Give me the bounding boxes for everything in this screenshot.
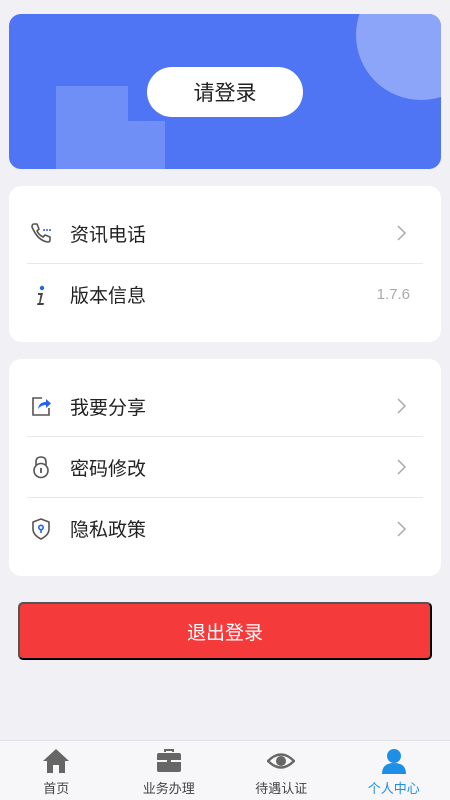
- list-item-version: 版本信息 1.7.6: [27, 264, 423, 325]
- tab-home[interactable]: 首页: [0, 741, 113, 800]
- chevron-right-icon: [393, 518, 409, 540]
- list-item-label: 资讯电话: [70, 223, 147, 246]
- briefcase-icon: [155, 748, 183, 774]
- info-card: 资讯电话 版本信息 1.7.6: [9, 186, 441, 342]
- tab-business[interactable]: 业务办理: [113, 741, 226, 800]
- chevron-right-icon: [393, 395, 409, 417]
- banner-decor-block: [56, 86, 128, 169]
- banner-decor-block-small: [128, 121, 165, 169]
- tab-label: 个人中心: [367, 782, 420, 797]
- person-icon: [380, 748, 408, 774]
- chevron-right-icon: [393, 456, 409, 478]
- lock-icon: [27, 453, 55, 481]
- list-item-password[interactable]: 密码修改: [27, 437, 423, 498]
- phone-icon: [27, 219, 55, 247]
- tab-certification[interactable]: 待遇认证: [225, 741, 338, 800]
- chevron-right-icon: [393, 222, 409, 244]
- list-item-privacy[interactable]: 隐私政策: [27, 498, 423, 559]
- share-icon: [27, 392, 55, 420]
- tab-label: 待遇认证: [255, 782, 308, 797]
- profile-banner: 请登录: [9, 14, 441, 169]
- list-item-label: 版本信息: [70, 285, 147, 307]
- info-icon: [27, 281, 55, 309]
- list-item-share[interactable]: 我要分享: [27, 376, 423, 437]
- version-value: 1.7.6: [376, 286, 410, 303]
- login-button[interactable]: 请登录: [147, 67, 303, 117]
- tab-label: 业务办理: [142, 782, 195, 797]
- logout-button[interactable]: 退出登录: [18, 602, 432, 660]
- home-icon: [42, 748, 70, 774]
- list-item-label: 密码修改: [70, 457, 147, 480]
- settings-card: 我要分享 密码修改 隐私政策: [9, 359, 441, 576]
- tab-label: 首页: [43, 782, 70, 797]
- eye-icon: [267, 748, 296, 774]
- shield-icon: [27, 515, 55, 543]
- list-item-label: 隐私政策: [70, 519, 147, 541]
- banner-decor-circle: [356, 14, 441, 100]
- tab-profile[interactable]: 个人中心: [338, 741, 450, 800]
- list-item-label: 我要分享: [70, 396, 147, 419]
- bottom-tab-bar: 首页 业务办理 待遇认证 个人中心: [0, 740, 450, 800]
- list-item-hotline[interactable]: 资讯电话: [27, 203, 423, 264]
